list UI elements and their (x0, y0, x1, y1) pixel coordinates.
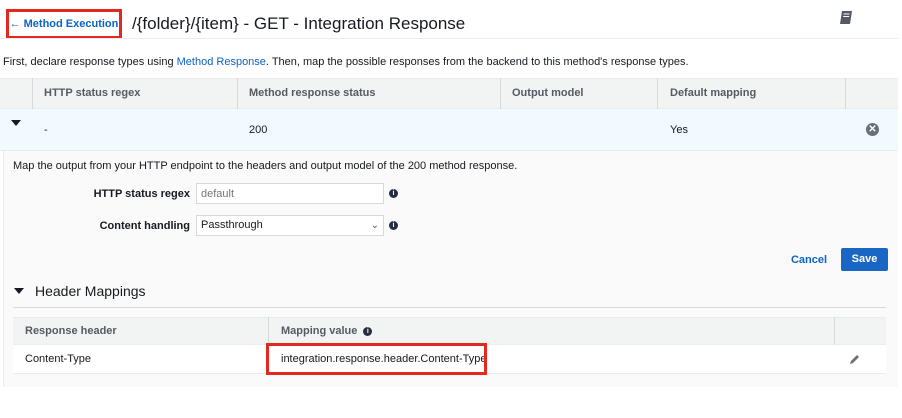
column-header-method-status: Method response status (249, 87, 376, 99)
header-mappings-toggle[interactable]: Header Mappings (14, 283, 146, 299)
page-title: /{folder}/{item} - GET - Integration Res… (132, 14, 466, 33)
pencil-icon[interactable] (849, 354, 860, 365)
table-row[interactable] (0, 109, 898, 151)
row-method-status: 200 (249, 124, 268, 136)
column-divider (834, 317, 835, 345)
arrow-left-icon: ← (9, 18, 21, 30)
highlight-box (266, 343, 487, 375)
column-header-status-regex: HTTP status regex (44, 87, 141, 99)
response-header-cell: Content-Type (25, 353, 92, 365)
panel-description: Map the output from your HTTP endpoint t… (13, 160, 518, 172)
remove-response-icon[interactable]: ✕ (866, 123, 879, 136)
content-handling-select[interactable]: Passthrough ⌄ (196, 215, 384, 236)
column-divider (268, 317, 269, 345)
info-icon[interactable]: i (389, 189, 398, 198)
column-header-mapping-value: Mapping value i (281, 317, 373, 345)
column-divider (845, 78, 846, 109)
save-button[interactable]: Save (841, 248, 888, 271)
content-handling-label: Content handling (99, 220, 190, 232)
column-header-response-header: Response header (25, 325, 117, 337)
intro-prefix: First, declare response types using (3, 56, 177, 68)
column-divider (32, 78, 33, 109)
row-status-regex: - (44, 124, 48, 136)
content-handling-value: Passthrough (201, 219, 263, 231)
mapping-value-label: Mapping value (281, 325, 358, 337)
chevron-down-icon: ⌄ (370, 220, 379, 231)
caret-down-icon (14, 288, 24, 294)
info-icon[interactable]: i (363, 326, 373, 336)
column-header-output-model: Output model (512, 87, 584, 99)
collapse-caret-icon[interactable] (11, 120, 21, 126)
back-link-label: Method Execution (23, 18, 119, 30)
column-divider (237, 78, 238, 109)
info-icon[interactable]: i (389, 221, 398, 230)
title-divider (0, 38, 898, 39)
book-icon[interactable] (838, 10, 856, 26)
intro-text: First, declare response types using Meth… (3, 56, 689, 68)
method-execution-back-link[interactable]: ← Method Execution (6, 9, 122, 39)
status-regex-label: HTTP status regex (93, 188, 190, 200)
method-response-link[interactable]: Method Response (177, 56, 266, 68)
header-mappings-table-header (13, 317, 886, 345)
header-mappings-title: Header Mappings (35, 283, 146, 299)
intro-suffix: . Then, map the possible responses from … (265, 56, 689, 68)
status-regex-input[interactable] (196, 183, 384, 204)
column-divider (500, 78, 501, 109)
section-divider (13, 307, 886, 308)
column-divider (657, 78, 658, 109)
row-default-mapping: Yes (670, 124, 688, 136)
column-header-default-mapping: Default mapping (670, 87, 757, 99)
cancel-button[interactable]: Cancel (788, 249, 830, 271)
